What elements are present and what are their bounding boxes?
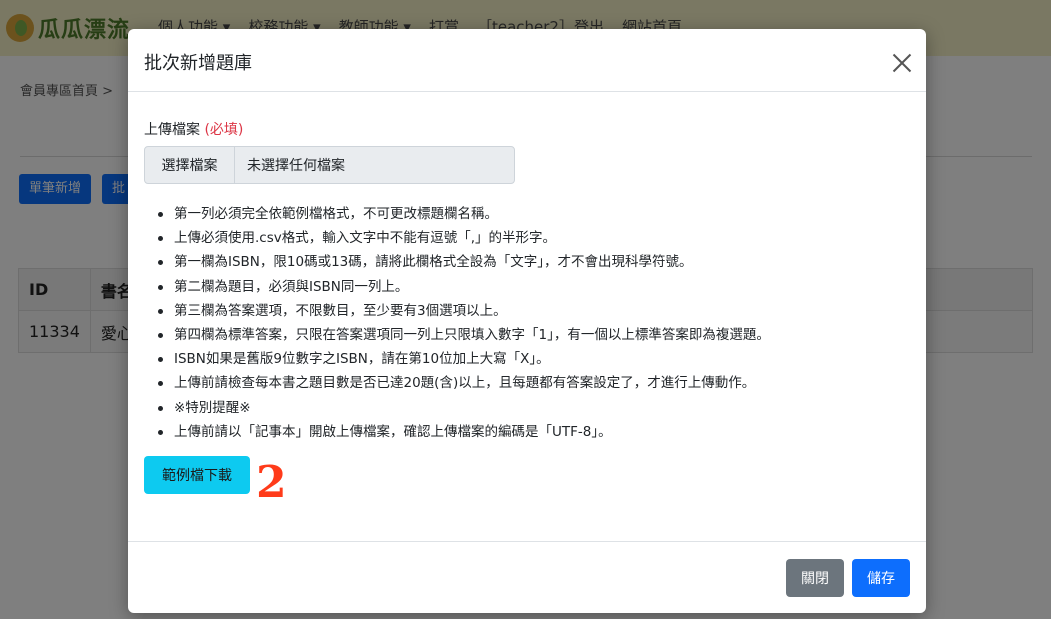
list-item: 第三欄為答案選項，不限數目，至少要有3個選項以上。	[158, 299, 908, 323]
sample-download-button[interactable]: 範例檔下載	[144, 456, 250, 494]
upload-file-label: 上傳檔案 (必填)	[144, 119, 243, 139]
choose-file-button[interactable]: 選擇檔案	[145, 147, 235, 183]
list-item: ISBN如果是舊版9位數字之ISBN，請在第10位加上大寫「X」。	[158, 347, 908, 371]
list-item: 第四欄為標準答案，只限在答案選項同一列上只限填入數字「1」，有一個以上標準答案即…	[158, 323, 908, 347]
list-item: ※特別提醒※	[158, 396, 908, 420]
list-item: 上傳前請以「記事本」開啟上傳檔案，確認上傳檔案的編碼是「UTF-8」。	[158, 420, 908, 444]
upload-rules-list: 第一列必須完全依範例檔格式，不可更改標題欄名稱。 上傳必須使用.csv格式，輸入…	[158, 202, 908, 444]
batch-add-modal: 批次新增題庫 上傳檔案 (必填) 選擇檔案 未選擇任何檔案 第一列必須完全依範例…	[128, 29, 926, 613]
step-annotation: 2	[256, 457, 287, 508]
list-item: 第一列必須完全依範例檔格式，不可更改標題欄名稱。	[158, 202, 908, 226]
list-item: 上傳前請檢查每本書之題目數是否已達20題(含)以上，且每題都有答案設定了，才進行…	[158, 371, 908, 395]
upload-label-text: 上傳檔案	[144, 122, 200, 138]
modal-title: 批次新增題庫	[144, 53, 252, 74]
list-item: 第二欄為題目，必須與ISBN同一列上。	[158, 275, 908, 299]
list-item: 第一欄為ISBN，限10碼或13碼，請將此欄格式全設為「文字」，才不會出現科學符…	[158, 250, 908, 274]
file-status-text: 未選擇任何檔案	[247, 158, 345, 174]
file-input[interactable]: 選擇檔案 未選擇任何檔案	[144, 146, 515, 184]
close-button[interactable]: 關閉	[786, 559, 844, 597]
modal-header: 批次新增題庫	[128, 29, 926, 92]
list-item: 上傳必須使用.csv格式，輸入文字中不能有逗號「,」的半形字。	[158, 226, 908, 250]
required-mark: (必填)	[204, 122, 244, 138]
save-button[interactable]: 儲存	[852, 559, 910, 597]
modal-footer: 關閉 儲存	[128, 541, 926, 613]
close-icon[interactable]	[888, 49, 916, 77]
